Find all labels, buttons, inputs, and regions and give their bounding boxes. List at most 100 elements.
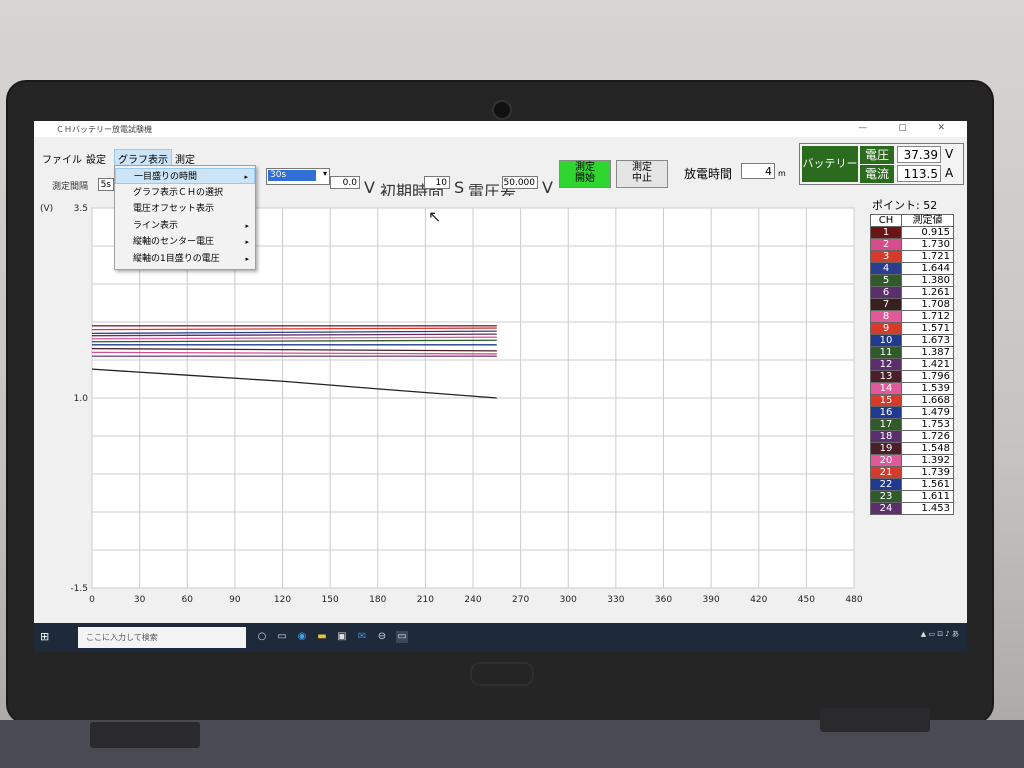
stop-measure-button[interactable]: 測定 中止 — [616, 160, 668, 188]
dropdown-item-3[interactable]: ライン表示 ▸ — [115, 218, 255, 234]
menu-file[interactable]: ファイル — [42, 151, 82, 166]
task-view-icon[interactable]: ○ — [256, 631, 268, 643]
table-row: 22 1.561 — [870, 478, 954, 491]
interval-input[interactable]: 5s — [98, 178, 114, 191]
channel-value: 1.708 — [901, 298, 954, 311]
table-row: 4 1.644 — [870, 262, 954, 275]
graph-dropdown-menu: 一目盛りの時間 ▸ グラフ表示ＣＨの選択 電圧オフセット表示 ライン表示 ▸ 縦軸のセンター… — [114, 165, 256, 270]
channel-value: 1.380 — [901, 274, 954, 287]
dropdown-item-label: 縦軸のセンター電圧 — [133, 237, 215, 247]
discharge-time-label: 放電時間 — [684, 167, 733, 181]
windows-start-icon[interactable]: ⊞ — [40, 631, 52, 643]
table-row: 18 1.726 — [870, 430, 954, 443]
table-row: 20 1.392 — [870, 454, 954, 467]
time-scale-combo[interactable]: 30s ▾ — [266, 168, 330, 185]
y-tick-label: 1.0 — [74, 394, 89, 404]
active-app-icon[interactable]: ▭ — [396, 631, 408, 643]
channel-table: CH 測定値 1 0.915 2 1.730 3 1.721 4 1.644 5 1.380 6 1.… — [870, 214, 954, 515]
x-tick-label: 270 — [512, 595, 529, 605]
channel-number: 14 — [870, 382, 902, 395]
dropdown-item-0[interactable]: 一目盛りの時間 ▸ — [115, 168, 255, 184]
stop-measure-label: 測定 中止 — [632, 162, 652, 184]
channel-number: 10 — [870, 334, 902, 347]
edge-icon[interactable]: ◉ — [296, 631, 308, 643]
channel-number: 1 — [870, 226, 902, 239]
system-tray[interactable]: ▲ ▭ ⊡ ♪ あ — [921, 629, 959, 639]
title-bar: ＣＨバッテリー放電試験機 — ▢ ✕ — [34, 121, 967, 137]
channel-value: 1.721 — [901, 250, 954, 263]
channel-value: 1.453 — [901, 502, 954, 515]
x-tick-label: 300 — [560, 595, 577, 605]
y-axis-label: (V) — [40, 204, 53, 214]
window-controls[interactable]: — ▢ ✕ — [858, 123, 959, 133]
x-tick-label: 60 — [182, 595, 194, 605]
mouse-cursor-icon: ↖ — [428, 207, 442, 226]
channel-number: 7 — [870, 298, 902, 311]
voltage-diff-input[interactable]: 50.000 — [502, 176, 538, 189]
dropdown-item-label: 縦軸の1目盛りの電圧 — [133, 253, 220, 264]
voltage-unit: V — [364, 178, 375, 197]
x-tick-label: 240 — [464, 595, 481, 605]
init-time-unit: S — [454, 178, 465, 197]
submenu-arrow-icon: ▸ — [245, 238, 249, 246]
taskbar-search[interactable]: ここに入力して検索 — [78, 627, 246, 648]
channel-number: 2 — [870, 238, 902, 251]
brand-logo — [470, 662, 534, 686]
store-icon[interactable]: ▣ — [336, 631, 348, 643]
hinge-right — [820, 708, 930, 732]
channel-value: 1.739 — [901, 466, 954, 479]
app-icon[interactable]: ⊖ — [376, 631, 388, 643]
table-row: 10 1.673 — [870, 334, 954, 347]
x-tick-label: 90 — [229, 595, 241, 605]
table-row: 13 1.796 — [870, 370, 954, 383]
dropdown-item-2[interactable]: 電圧オフセット表示 — [115, 201, 255, 217]
x-tick-label: 390 — [703, 595, 720, 605]
table-row: 6 1.261 — [870, 286, 954, 299]
table-row: 16 1.479 — [870, 406, 954, 419]
table-row: 14 1.539 — [870, 382, 954, 395]
battery-voltage-value: 37.39 — [897, 146, 941, 163]
channel-value: 1.796 — [901, 370, 954, 383]
channel-number: 8 — [870, 310, 902, 323]
table-row: 2 1.730 — [870, 238, 954, 251]
dropdown-item-4[interactable]: 縦軸のセンター電圧 ▸ — [115, 234, 255, 250]
channel-number: 18 — [870, 430, 902, 443]
menu-settings[interactable]: 設定 — [86, 151, 106, 166]
window-title: ＣＨバッテリー放電試験機 — [56, 125, 152, 134]
voltage-input[interactable]: 0.0 — [330, 176, 360, 189]
channel-number: 20 — [870, 454, 902, 467]
x-tick-label: 420 — [750, 595, 767, 605]
table-row: 23 1.611 — [870, 490, 954, 503]
webcam — [492, 100, 512, 120]
table-row: 21 1.739 — [870, 466, 954, 479]
menu-measure[interactable]: 測定 — [175, 151, 195, 166]
init-time-input[interactable]: 10 — [424, 176, 450, 189]
y-tick-label: -1.5 — [70, 584, 88, 594]
discharge-time-input[interactable]: 4 — [741, 163, 775, 179]
x-tick-label: 210 — [417, 595, 434, 605]
submenu-arrow-icon: ▸ — [245, 254, 249, 263]
chevron-down-icon[interactable]: ▾ — [323, 169, 327, 178]
battery-voltage-label: 電圧 — [860, 146, 894, 164]
start-measure-button[interactable]: 測定 開始 — [559, 160, 611, 188]
dropdown-item-5[interactable]: 縦軸の1目盛りの電圧 ▸ — [115, 251, 255, 267]
channel-number: 19 — [870, 442, 902, 455]
battery-button[interactable]: バッテリー — [802, 146, 858, 182]
channel-value: 1.730 — [901, 238, 954, 251]
points-counter: ポイント: 52 — [872, 199, 938, 212]
multitask-icon[interactable]: ▭ — [276, 631, 288, 643]
channel-number: 21 — [870, 466, 902, 479]
x-tick-label: 450 — [798, 595, 815, 605]
battery-current-label: 電流 — [860, 165, 894, 183]
channel-value: 1.611 — [901, 490, 954, 503]
channel-value: 1.539 — [901, 382, 954, 395]
x-tick-label: 480 — [845, 595, 862, 605]
mail-icon[interactable]: ✉ — [356, 631, 368, 643]
folder-icon[interactable]: ▬ — [316, 631, 328, 643]
dropdown-item-1[interactable]: グラフ表示ＣＨの選択 — [115, 185, 255, 201]
battery-current-value: 113.5 — [897, 165, 941, 182]
table-row: 19 1.548 — [870, 442, 954, 455]
channel-value: 1.644 — [901, 262, 954, 275]
x-tick-label: 120 — [274, 595, 291, 605]
submenu-arrow-icon: ▸ — [244, 173, 248, 181]
